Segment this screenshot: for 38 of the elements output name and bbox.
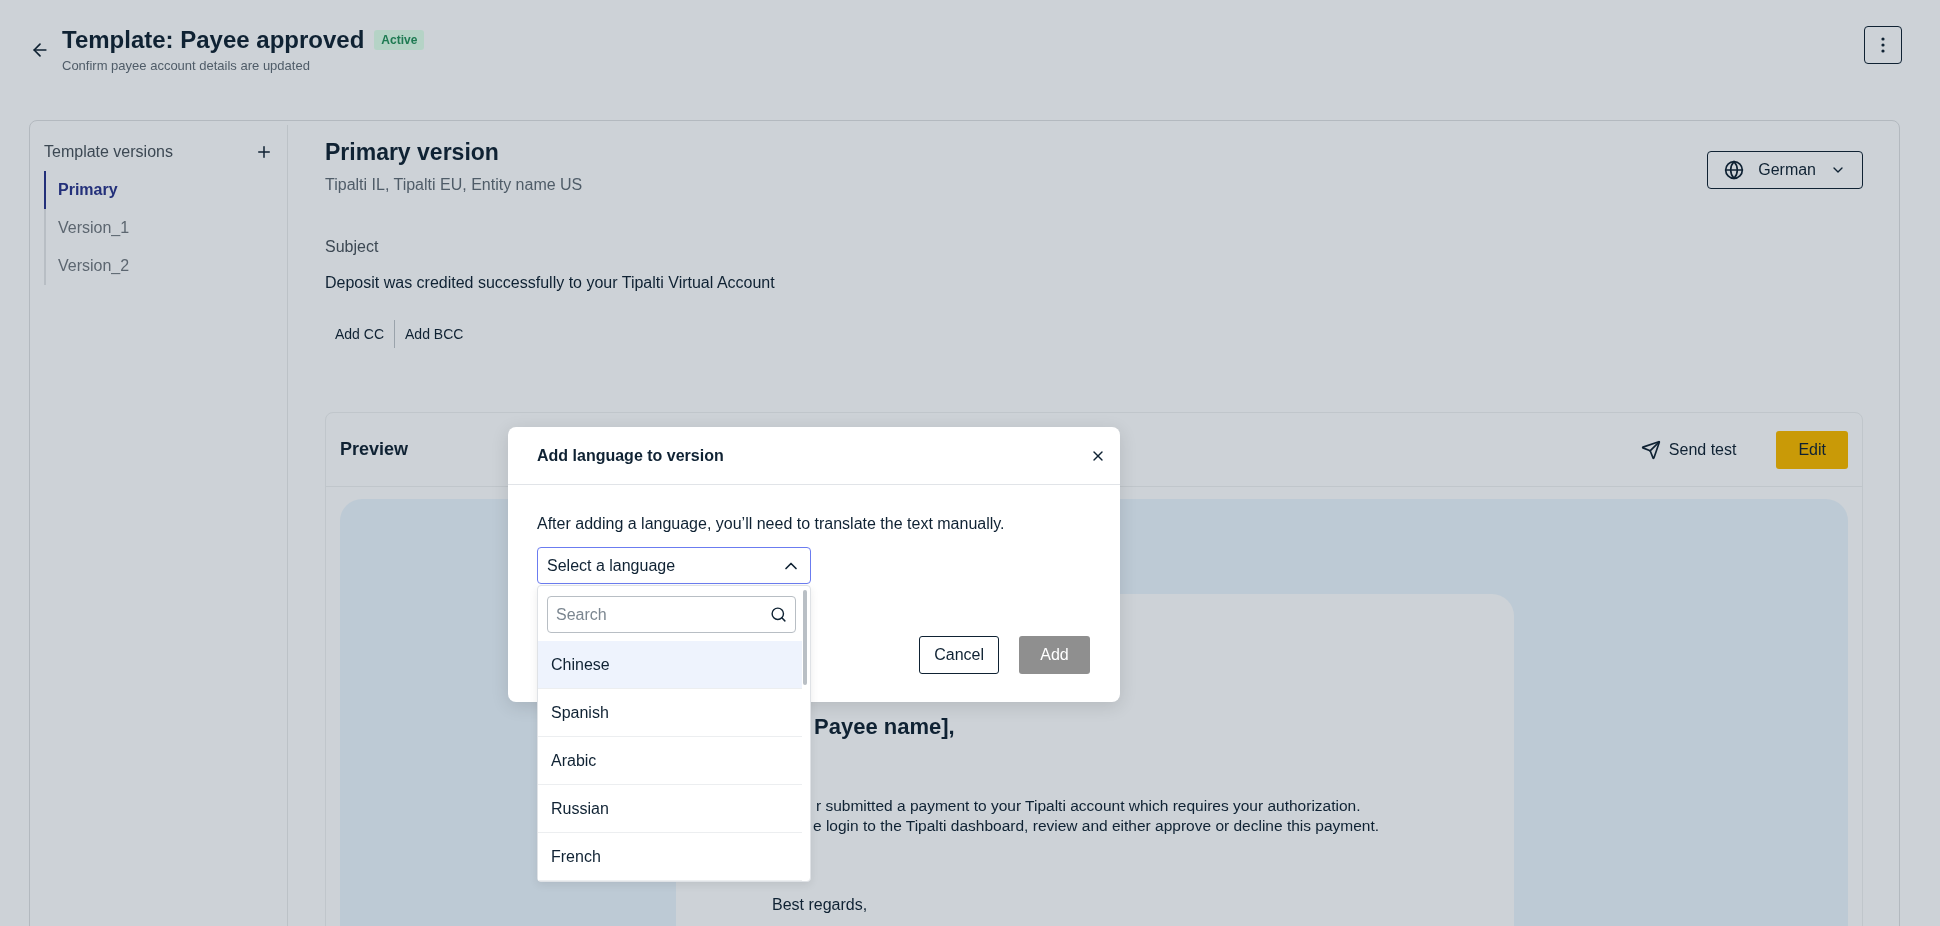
language-option[interactable]: Arabic xyxy=(538,737,802,785)
preview-title: Preview xyxy=(340,439,409,460)
send-test-button[interactable]: Send test xyxy=(1634,438,1743,461)
search-icon xyxy=(770,606,787,623)
plus-icon[interactable] xyxy=(255,143,273,161)
language-option[interactable]: Spanish xyxy=(538,689,802,737)
scrollbar[interactable] xyxy=(803,590,807,685)
language-option[interactable]: Chinese xyxy=(538,641,802,689)
globe-icon xyxy=(1724,160,1745,180)
email-body-line: r submitted a payment to your Tipalti account which requires your authorization. xyxy=(816,796,1361,816)
subject-text: Deposit was credited successfully to your Tipalti Virtual Account xyxy=(325,274,776,292)
subject-label: Subject xyxy=(325,238,380,256)
version-item[interactable]: Version_2 xyxy=(44,247,273,285)
version-title: Primary version xyxy=(325,139,500,166)
sidebar-title: Template versions xyxy=(44,143,173,161)
page-title: Template: Payee approved xyxy=(62,26,365,54)
entity-list: Tipalti IL, Tipalti EU, Entity name US xyxy=(325,176,583,194)
dialog-description: After adding a language, you’ll need to translate the text manually. xyxy=(537,515,1006,533)
language-option[interactable]: Russian xyxy=(538,785,802,833)
version-item[interactable]: Version_1 xyxy=(44,209,273,247)
cancel-button[interactable]: Cancel xyxy=(919,636,999,674)
status-badge: Active xyxy=(374,30,425,50)
recipient-link[interactable]: Add BCC xyxy=(394,320,474,348)
language-option[interactable]: French xyxy=(538,833,802,881)
language-select[interactable]: Select a language xyxy=(537,547,811,584)
language-dropdown[interactable]: German xyxy=(1707,151,1863,189)
email-greeting: Payee name], xyxy=(814,714,955,740)
kebab-icon xyxy=(1881,37,1885,53)
search-field[interactable]: Search xyxy=(547,596,796,633)
send-icon xyxy=(1640,439,1661,460)
email-signoff: Best regards, xyxy=(772,896,868,914)
version-item[interactable]: Primary xyxy=(44,171,273,209)
recipient-link[interactable]: Add CC xyxy=(325,320,395,348)
more-options-button[interactable] xyxy=(1864,26,1902,64)
email-body-line: e login to the Tipalti dashboard, review and either approve or decline this payment. xyxy=(813,816,1380,836)
dialog-title: Add language to version xyxy=(537,446,724,465)
page-subtitle: Confirm payee account details are updated xyxy=(62,58,311,73)
edit-button[interactable]: Edit xyxy=(1776,430,1848,469)
